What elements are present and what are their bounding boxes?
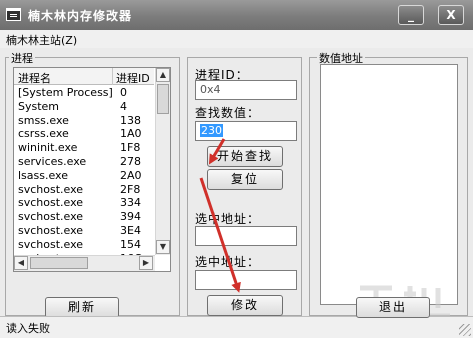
modify-button[interactable]: 修改: [207, 295, 283, 316]
hscroll-thumb[interactable]: [30, 257, 88, 269]
process-id: 4: [120, 99, 127, 113]
scroll-right-icon[interactable]: ▶: [139, 256, 153, 270]
process-name: System: [18, 99, 60, 113]
process-id: 334: [120, 196, 141, 210]
address-list[interactable]: [320, 64, 458, 305]
search-value-label: 查找数值：: [195, 106, 261, 120]
table-row[interactable]: svchost.exe 334: [14, 196, 154, 210]
table-row[interactable]: svchost.exe 154: [14, 238, 154, 252]
process-id: 2A0: [120, 168, 142, 182]
process-name: svchost.exe: [18, 237, 84, 251]
column-header-pid[interactable]: 进程ID: [116, 70, 150, 86]
status-text: 读入失败: [6, 322, 50, 335]
process-name: csrss.exe: [18, 127, 69, 141]
selected-address-field-2[interactable]: [195, 270, 297, 290]
process-group-label: 进程: [9, 50, 35, 66]
process-name: smss.exe: [18, 113, 69, 127]
process-name: wininit.exe: [18, 141, 78, 155]
process-name: svchost.exe: [18, 182, 84, 196]
table-row[interactable]: smss.exe 138: [14, 114, 154, 128]
process-list-header: 进程名 进程ID: [14, 68, 154, 85]
process-name: lsass.exe: [18, 168, 68, 182]
horizontal-scrollbar[interactable]: ◀ ▶: [14, 255, 155, 271]
table-row[interactable]: [System Process] 0: [14, 86, 154, 100]
process-name: svchost.exe: [18, 223, 84, 237]
table-row[interactable]: svchost.exe 394: [14, 210, 154, 224]
column-header-name[interactable]: 进程名: [18, 70, 51, 86]
selected-address-field-1[interactable]: [195, 226, 297, 246]
app-icon: [6, 8, 21, 21]
process-id: 394: [120, 210, 141, 224]
scroll-up-icon[interactable]: ▲: [156, 68, 170, 82]
exit-button[interactable]: 退出: [356, 297, 430, 318]
selected-address-label-2: 选中地址：: [195, 255, 261, 269]
process-rows: [System Process] 0 System 4 smss.exe 138 csrss…: [14, 86, 154, 265]
process-id: 2F8: [120, 182, 141, 196]
scroll-left-icon[interactable]: ◀: [14, 256, 28, 270]
menu-item-site[interactable]: 楠木林主站(Z): [6, 32, 77, 48]
process-id: 278: [120, 154, 141, 168]
table-row[interactable]: System 4: [14, 100, 154, 114]
table-row[interactable]: csrss.exe 1A0: [14, 127, 154, 141]
process-name: svchost.exe: [18, 196, 84, 210]
status-bar: 读入失败: [0, 316, 473, 338]
table-row[interactable]: svchost.exe 3E4: [14, 224, 154, 238]
process-id: 0: [120, 86, 127, 99]
process-name: [System Process]: [18, 86, 113, 99]
table-row[interactable]: services.exe 278: [14, 155, 154, 169]
table-row[interactable]: wininit.exe 1F8: [14, 141, 154, 155]
process-name: services.exe: [18, 154, 87, 168]
reset-button[interactable]: 复位: [207, 169, 283, 190]
process-id: 3E4: [120, 223, 141, 237]
vertical-scrollbar[interactable]: ▲ ▼: [155, 68, 170, 255]
title-bar: 楠木林内存修改器 _ X: [0, 0, 473, 30]
menu-bar: 楠木林主站(Z): [0, 30, 473, 48]
window-title: 楠木林内存修改器: [28, 9, 133, 23]
scroll-thumb[interactable]: [157, 84, 169, 114]
process-name: svchost.exe: [18, 210, 84, 224]
resize-grip-icon[interactable]: [459, 324, 471, 336]
process-id: 154: [120, 237, 141, 251]
pid-field[interactable]: 0x4: [195, 80, 297, 100]
search-value-input[interactable]: 230: [195, 121, 297, 141]
close-button[interactable]: X: [438, 5, 464, 25]
column-separator[interactable]: [112, 68, 113, 85]
table-row[interactable]: lsass.exe 2A0: [14, 169, 154, 183]
process-id: 138: [120, 113, 141, 127]
process-list[interactable]: 进程名 进程ID [System Process] 0 System 4 smss.ex…: [13, 67, 171, 272]
search-value-text: 230: [200, 124, 223, 137]
selected-address-label-1: 选中地址：: [195, 212, 261, 226]
refresh-button[interactable]: 刷新: [45, 297, 119, 318]
process-id: 1F8: [120, 141, 141, 155]
table-row[interactable]: svchost.exe 2F8: [14, 183, 154, 197]
process-id: 1A0: [120, 127, 142, 141]
scroll-down-icon[interactable]: ▼: [156, 240, 170, 254]
start-search-button[interactable]: 开始查找: [207, 146, 283, 167]
minimize-button[interactable]: _: [398, 5, 424, 25]
